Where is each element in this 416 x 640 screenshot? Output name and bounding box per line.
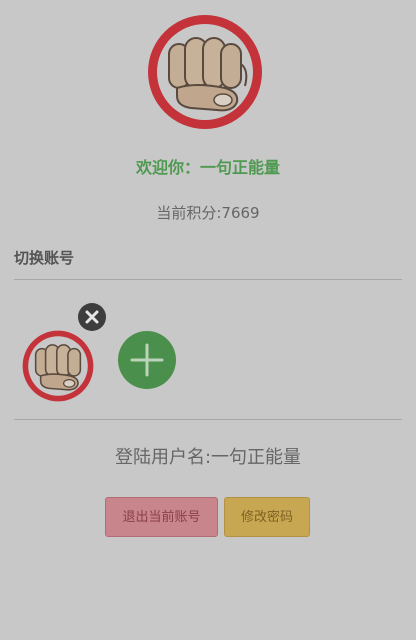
divider-bottom bbox=[14, 419, 402, 420]
saved-account-avatar[interactable] bbox=[22, 330, 94, 402]
welcome-text: 欢迎你：一句正能量 bbox=[135, 158, 280, 177]
remove-account-button[interactable] bbox=[78, 303, 106, 331]
close-icon bbox=[85, 310, 99, 324]
logout-button[interactable]: 退出当前账号 bbox=[105, 497, 218, 537]
change-password-button[interactable]: 修改密码 bbox=[224, 497, 310, 537]
points-text: 当前积分:7669 bbox=[156, 204, 260, 222]
switch-account-title: 切换账号 bbox=[14, 249, 75, 267]
divider-top bbox=[14, 279, 402, 280]
profile-avatar bbox=[147, 14, 263, 130]
add-account-button[interactable] bbox=[118, 331, 176, 389]
fist-avatar-icon bbox=[148, 15, 262, 129]
fist-avatar-icon bbox=[22, 330, 94, 402]
account-page: 欢迎你：一句正能量 当前积分:7669 切换账号 登陆用户名:一句正能量 退出当… bbox=[0, 0, 416, 640]
login-username-text: 登陆用户名:一句正能量 bbox=[114, 447, 302, 468]
plus-icon bbox=[130, 343, 164, 377]
